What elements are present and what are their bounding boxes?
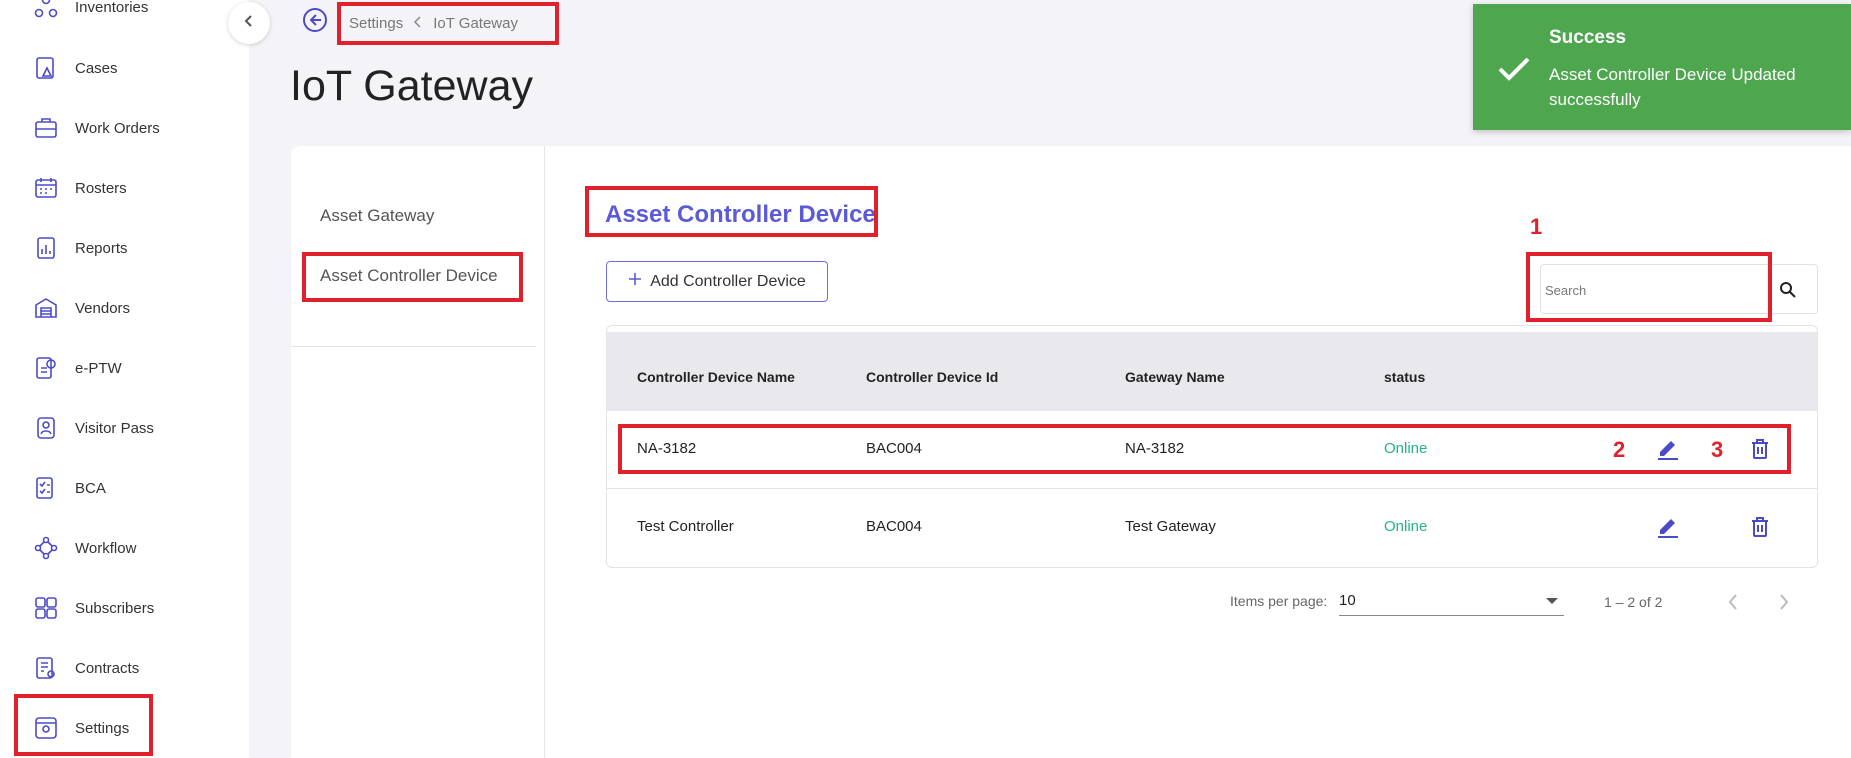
vendors-icon [32,294,60,322]
sidebar-item-label: Work Orders [75,119,160,137]
sidebar-item-bca[interactable]: BCA [0,468,249,508]
sidebar-item-workflow[interactable]: Workflow [0,528,249,568]
items-per-page-select[interactable]: 10 [1339,590,1564,616]
column-header-name: Controller Device Name [637,369,795,385]
collapse-sidebar-button[interactable] [228,2,270,44]
sidebar-item-label: Contracts [75,659,140,677]
sidebar-item-cases[interactable]: Cases [0,48,249,88]
cell-status: Online [1384,440,1428,457]
column-header-status: status [1384,369,1426,385]
sidebar-item-label: Vendors [75,299,131,317]
cell-device-id: BAC004 [866,518,922,535]
chevron-right-icon [1778,593,1790,616]
toast-message: Asset Controller Device Updated successf… [1549,65,1796,109]
sidebar-item-label: Cases [75,59,118,77]
page-title: IoT Gateway [290,62,533,110]
sidebar-item-label: BCA [75,479,106,497]
settings-icon [32,714,60,742]
section-title: Asset Controller Device [605,201,876,228]
checkmark-icon [1496,54,1532,84]
cell-gateway-name: Test Gateway [1125,518,1216,535]
subnav-item-asset-gateway[interactable]: Asset Gateway [320,206,434,226]
chevron-left-icon [242,14,256,33]
edit-icon[interactable] [1654,513,1682,541]
previous-page-button[interactable] [1721,592,1745,616]
sidebar-item-label: Inventories [75,0,149,16]
eptw-icon [32,354,60,382]
reports-icon [32,234,60,262]
cell-gateway-name: NA-3182 [1125,440,1185,457]
sidebar-item-rosters[interactable]: Rosters [0,168,249,208]
chevron-left-icon [413,15,423,32]
settings-subnav [291,146,545,758]
controller-device-table: Controller Device Name Controller Device… [606,325,1818,568]
breadcrumb-current: IoT Gateway [433,14,518,32]
sidebar-item-reports[interactable]: Reports [0,228,249,268]
sidebar-item-vendors[interactable]: Vendors [0,288,249,328]
visitor-pass-icon [32,414,60,442]
search-input[interactable] [1545,274,1765,306]
sidebar-item-label: Rosters [75,179,127,197]
cell-device-name: NA-3182 [637,440,697,457]
annotation-number-2: 2 [1613,437,1626,462]
sidebar-item-eptw[interactable]: e-PTW [0,348,249,388]
cell-device-name: Test Controller [637,518,734,535]
add-controller-device-button[interactable]: Add Controller Device [606,261,828,302]
table-row: Test Controller BAC004 Test Gateway Onli… [607,489,1817,567]
back-arrow-icon [302,7,328,38]
page-range: 1 – 2 of 2 [1604,594,1663,610]
toast-title: Success [1549,27,1627,48]
bca-icon [32,474,60,502]
add-controller-device-label: Add Controller Device [650,272,806,290]
subnav-divider [291,346,536,347]
cell-device-id: BAC004 [866,440,922,457]
annotation-number-3: 3 [1711,437,1724,462]
sidebar-item-settings[interactable]: Settings [0,708,249,748]
rosters-icon [32,174,60,202]
caret-down-icon [1546,598,1558,604]
table-row: NA-3182 BAC004 NA-3182 Online [607,411,1817,489]
table-header: Controller Device Name Controller Device… [607,332,1817,411]
search-icon[interactable] [1778,280,1798,300]
sidebar-item-label: e-PTW [75,359,122,377]
delete-icon[interactable] [1746,513,1774,541]
column-header-device-id: Controller Device Id [866,369,999,385]
success-toast: Success Asset Controller Device Updated … [1473,4,1851,130]
inventories-icon [32,0,60,21]
sidebar-item-label: Subscribers [75,599,155,617]
breadcrumb: Settings IoT Gateway [337,3,559,43]
sidebar-item-label: Visitor Pass [75,419,154,437]
breadcrumb-settings[interactable]: Settings [349,15,403,32]
sidebar: Inventories Cases Work Orders Rosters Re… [0,0,249,758]
sidebar-item-inventories[interactable]: Inventories [0,0,249,27]
items-per-page-value: 10 [1339,592,1356,609]
sidebar-item-label: Settings [75,719,130,737]
chevron-left-icon [1727,593,1739,616]
work-orders-icon [32,114,60,142]
contracts-icon [32,654,60,682]
workflow-icon [32,534,60,562]
plus-icon [628,272,642,291]
sidebar-item-contracts[interactable]: Contracts [0,648,249,688]
sidebar-item-subscribers[interactable]: Subscribers [0,588,249,628]
edit-icon[interactable] [1654,435,1682,463]
subnav-item-asset-controller-device[interactable]: Asset Controller Device [320,266,498,286]
column-header-gateway-name: Gateway Name [1125,369,1225,385]
next-page-button[interactable] [1772,592,1796,616]
sidebar-item-label: Workflow [75,539,137,557]
cases-icon [32,54,60,82]
annotation-number-1: 1 [1530,214,1543,239]
sidebar-item-visitor-pass[interactable]: Visitor Pass [0,408,249,448]
delete-icon[interactable] [1746,435,1774,463]
sidebar-item-label: Reports [75,239,128,257]
items-per-page-label: Items per page: [1230,593,1328,609]
back-button[interactable] [302,7,328,38]
cell-status: Online [1384,518,1428,535]
sidebar-item-work-orders[interactable]: Work Orders [0,108,249,148]
subscribers-icon [32,594,60,622]
